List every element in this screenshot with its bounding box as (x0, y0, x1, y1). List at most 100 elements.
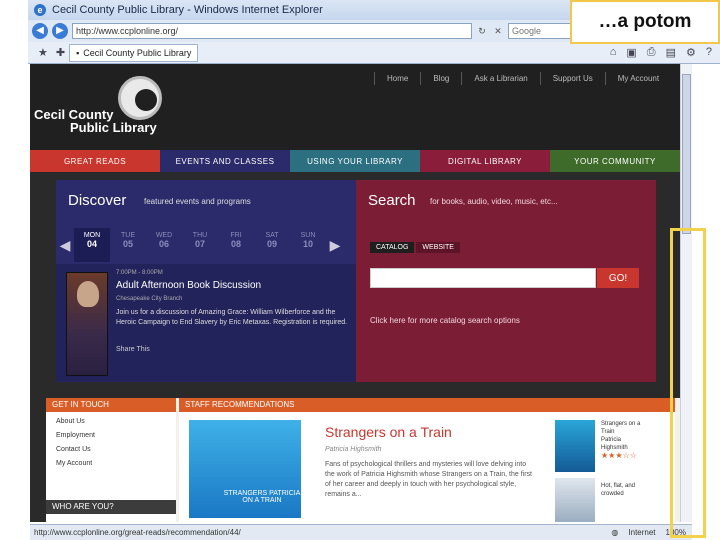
day-mon[interactable]: MON 04 (74, 228, 110, 262)
site-header: Cecil County Public Library Home Blog As… (30, 64, 680, 150)
day-tue[interactable]: TUE 05 (110, 228, 146, 262)
top-nav: Home Blog Ask a Librarian Support Us My … (374, 72, 671, 85)
discover-panel: Discover featured events and programs ◀ … (56, 180, 356, 382)
day-dow: FRI (230, 232, 242, 239)
day-thu[interactable]: THU 07 (182, 228, 218, 262)
share-link[interactable]: Share This (116, 346, 150, 353)
day-dow: MON (83, 232, 101, 239)
day-dow: TUE (121, 232, 135, 239)
slide-caption: …a potom (570, 0, 720, 44)
staff-recommendations-header: STAFF RECOMMENDATIONS (179, 398, 675, 412)
day-dow: SUN (300, 232, 316, 239)
nav-your-community[interactable]: YOUR COMMUNITY (550, 150, 680, 172)
favorites-star-icon[interactable]: ★ (38, 46, 48, 59)
nav-events-classes[interactable]: EVENTS AND CLASSES (160, 150, 290, 172)
link-employment[interactable]: Employment (56, 432, 166, 439)
event-card: 7:00PM - 8:00PM Adult Afternoon Book Dis… (56, 264, 356, 382)
staff-recommendations-panel: STAFF RECOMMENDATIONS STRANGERS PATRICIA… (179, 398, 675, 522)
logo-line-2: Public Library (70, 120, 157, 135)
link-my-account[interactable]: My Account (56, 460, 166, 467)
home-icon[interactable]: ⌂ (610, 46, 617, 59)
discover-title: Discover (68, 192, 127, 209)
day-sat[interactable]: SAT 09 (254, 228, 290, 262)
nav-great-reads[interactable]: GREAT READS (30, 150, 160, 172)
day-wed[interactable]: WED 06 (146, 228, 182, 262)
search-panel: Search for books, audio, video, music, e… (356, 180, 656, 382)
get-in-touch-header: GET IN TOUCH (46, 398, 176, 412)
scroll-highlight-callout (670, 228, 706, 538)
feeds-icon[interactable]: ▣ (626, 46, 636, 59)
side1-line: Patricia (601, 437, 622, 443)
who-are-you-header: WHO ARE YOU? (46, 500, 176, 514)
window-title: Cecil County Public Library - Windows In… (52, 4, 323, 16)
prev-week-arrow-icon[interactable]: ◀ (56, 237, 74, 254)
recommendation-cover-image[interactable]: STRANGERS PATRICIA ON A TRAIN (189, 420, 301, 518)
day-dow: THU (192, 232, 208, 239)
add-favorites-icon[interactable]: ✚ (56, 46, 65, 59)
topnav-ask-librarian[interactable]: Ask a Librarian (461, 72, 539, 85)
scrollbar-thumb[interactable] (682, 74, 691, 234)
stop-icon[interactable]: ✕ (492, 24, 504, 38)
forward-button[interactable]: ▶ (52, 23, 68, 39)
book-cover-image[interactable] (66, 272, 108, 376)
day-num: 05 (122, 239, 133, 249)
next-week-arrow-icon[interactable]: ▶ (326, 237, 344, 254)
portrait-figure (77, 281, 99, 307)
nav-digital-library[interactable]: DIGITAL LIBRARY (420, 150, 550, 172)
rating-stars-icon: ★★★☆☆ (601, 451, 637, 460)
tab-catalog[interactable]: CATALOG (370, 242, 415, 253)
day-fri[interactable]: FRI 08 (218, 228, 254, 262)
recommendation-description: Fans of psychological thrillers and myst… (325, 461, 532, 498)
search-title: Search (368, 192, 416, 209)
refresh-icon[interactable]: ↻ (476, 24, 488, 38)
screen: e Cecil County Public Library - Windows … (0, 0, 720, 540)
topnav-blog[interactable]: Blog (420, 72, 461, 85)
side-book-cover-2[interactable] (555, 478, 595, 522)
side1-line[interactable]: Strangers on a (601, 421, 640, 427)
link-about-us[interactable]: About Us (56, 418, 166, 425)
left-margin (0, 0, 28, 540)
catalog-search-input[interactable] (370, 268, 596, 288)
day-num: 10 (302, 239, 313, 249)
status-url: http://www.ccplonline.org/great-reads/re… (34, 528, 241, 537)
lower-section: GET IN TOUCH About Us Employment Contact… (46, 398, 680, 522)
event-title[interactable]: Adult Afternoon Book Discussion (116, 280, 261, 291)
advanced-search-link[interactable]: Click here for more catalog search optio… (370, 316, 520, 325)
status-bar: http://www.ccplonline.org/great-reads/re… (30, 524, 692, 540)
nav-using-library[interactable]: USING YOUR LIBRARY (290, 150, 420, 172)
help-icon[interactable]: ? (706, 46, 712, 59)
side1-line[interactable]: Train (601, 429, 614, 435)
tab-ccpl[interactable]: ▪ Cecil County Public Library (69, 43, 199, 62)
day-dow: SAT (265, 232, 279, 239)
back-button[interactable]: ◀ (32, 23, 48, 39)
topnav-support[interactable]: Support Us (539, 72, 605, 85)
library-logo-text[interactable]: Cecil County Public Library (34, 108, 157, 134)
security-zone: Internet (628, 528, 656, 537)
recommendation-title[interactable]: Strangers on a Train (325, 424, 452, 440)
day-num: 06 (158, 239, 169, 249)
search-tabs: CATALOG WEBSITE (370, 242, 460, 253)
topnav-home[interactable]: Home (374, 72, 420, 85)
event-time: 7:00PM - 8:00PM (116, 270, 163, 276)
url-input[interactable] (72, 23, 472, 39)
day-num: 04 (86, 239, 97, 249)
search-subtitle: for books, audio, video, music, etc... (430, 197, 558, 206)
cover-title-text: STRANGERS PATRICIA ON A TRAIN (223, 490, 301, 504)
page-menu-icon[interactable]: ▤ (666, 46, 676, 59)
get-in-touch-links: About Us Employment Contact Us My Accoun… (46, 412, 176, 480)
tools-menu-icon[interactable]: ⚙ (686, 46, 696, 59)
side-book-info-2: Hot, flat, and crowded (601, 482, 671, 498)
get-in-touch-panel: GET IN TOUCH About Us Employment Contact… (46, 398, 176, 522)
event-location: Chesapeake City Branch (116, 296, 183, 302)
side2-line[interactable]: crowded (601, 491, 624, 497)
day-sun[interactable]: SUN 10 (290, 228, 326, 262)
go-button[interactable]: GO! (597, 268, 639, 288)
link-contact-us[interactable]: Contact Us (56, 446, 166, 453)
side-book-info-1: Strangers on a Train Patricia Highsmith … (601, 420, 671, 461)
side-book-cover-1[interactable] (555, 420, 595, 472)
discover-subtitle: featured events and programs (144, 197, 251, 206)
topnav-my-account[interactable]: My Account (604, 72, 671, 85)
side2-line[interactable]: Hot, flat, and (601, 483, 635, 489)
tab-website[interactable]: WEBSITE (416, 242, 460, 253)
print-icon[interactable]: ⎙ (647, 46, 656, 59)
